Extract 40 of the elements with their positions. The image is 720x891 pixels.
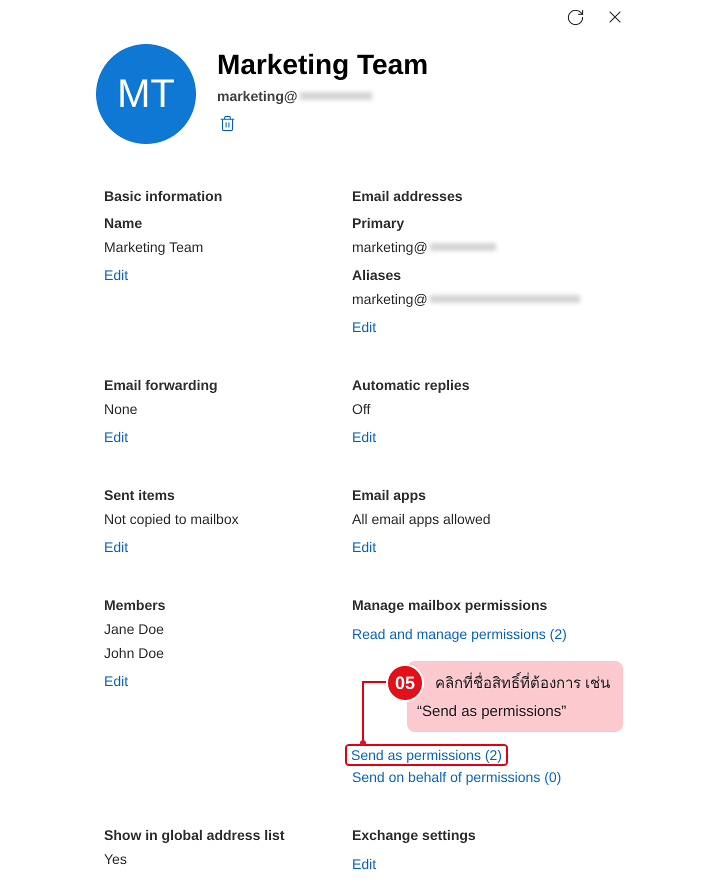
- callout-text: “Send as permissions”: [417, 702, 566, 722]
- step-badge: 05: [386, 664, 424, 702]
- section-title: Automatic replies: [352, 376, 470, 394]
- edit-link[interactable]: Edit: [104, 672, 128, 690]
- edit-link[interactable]: Edit: [352, 855, 376, 873]
- section-title: Members: [104, 596, 166, 614]
- section-title: Manage mailbox permissions: [352, 596, 548, 614]
- section-title: Sent items: [104, 486, 175, 504]
- edit-link[interactable]: Read and manage permissions (2): [352, 625, 567, 643]
- callout-text: คลิกที่ชื่อสิทธิ์ที่ต้องการ เช่น: [435, 670, 610, 698]
- field-value: Marketing Team: [104, 238, 204, 256]
- group-email: marketing@: [217, 88, 298, 104]
- field-label: Primary: [352, 214, 404, 232]
- field-value: marketing@: [352, 290, 580, 308]
- field-value: Yes: [104, 850, 127, 868]
- field-value: All email apps allowed: [352, 510, 491, 528]
- edit-link[interactable]: Edit: [352, 318, 376, 336]
- edit-link[interactable]: Edit: [104, 538, 128, 556]
- field-value: John Doe: [104, 644, 164, 662]
- field-value: Jane Doe: [104, 620, 164, 638]
- field-value: None: [104, 400, 138, 418]
- field-value: marketing@: [352, 238, 496, 256]
- section-title: Email addresses: [352, 187, 463, 205]
- section-title: Email forwarding: [104, 376, 218, 394]
- section-title: Email apps: [352, 486, 426, 504]
- section-title: Exchange settings: [352, 826, 476, 844]
- edit-link[interactable]: Edit: [352, 538, 376, 556]
- group-name: Marketing Team: [217, 48, 428, 82]
- section-title: Show in global address list: [104, 826, 284, 844]
- avatar: MT: [96, 44, 196, 144]
- edit-link[interactable]: Edit: [104, 428, 128, 446]
- edit-link[interactable]: Edit: [352, 428, 376, 446]
- field-value: Not copied to mailbox: [104, 510, 239, 528]
- section-title: Basic information: [104, 187, 222, 205]
- field-value: Off: [352, 400, 370, 418]
- edit-link[interactable]: Edit: [104, 266, 128, 284]
- edit-link[interactable]: Send on behalf of permissions (0): [352, 768, 562, 786]
- edit-link[interactable]: Send as permissions (2): [345, 744, 508, 766]
- field-label: Aliases: [352, 266, 402, 284]
- field-label: Name: [104, 214, 142, 232]
